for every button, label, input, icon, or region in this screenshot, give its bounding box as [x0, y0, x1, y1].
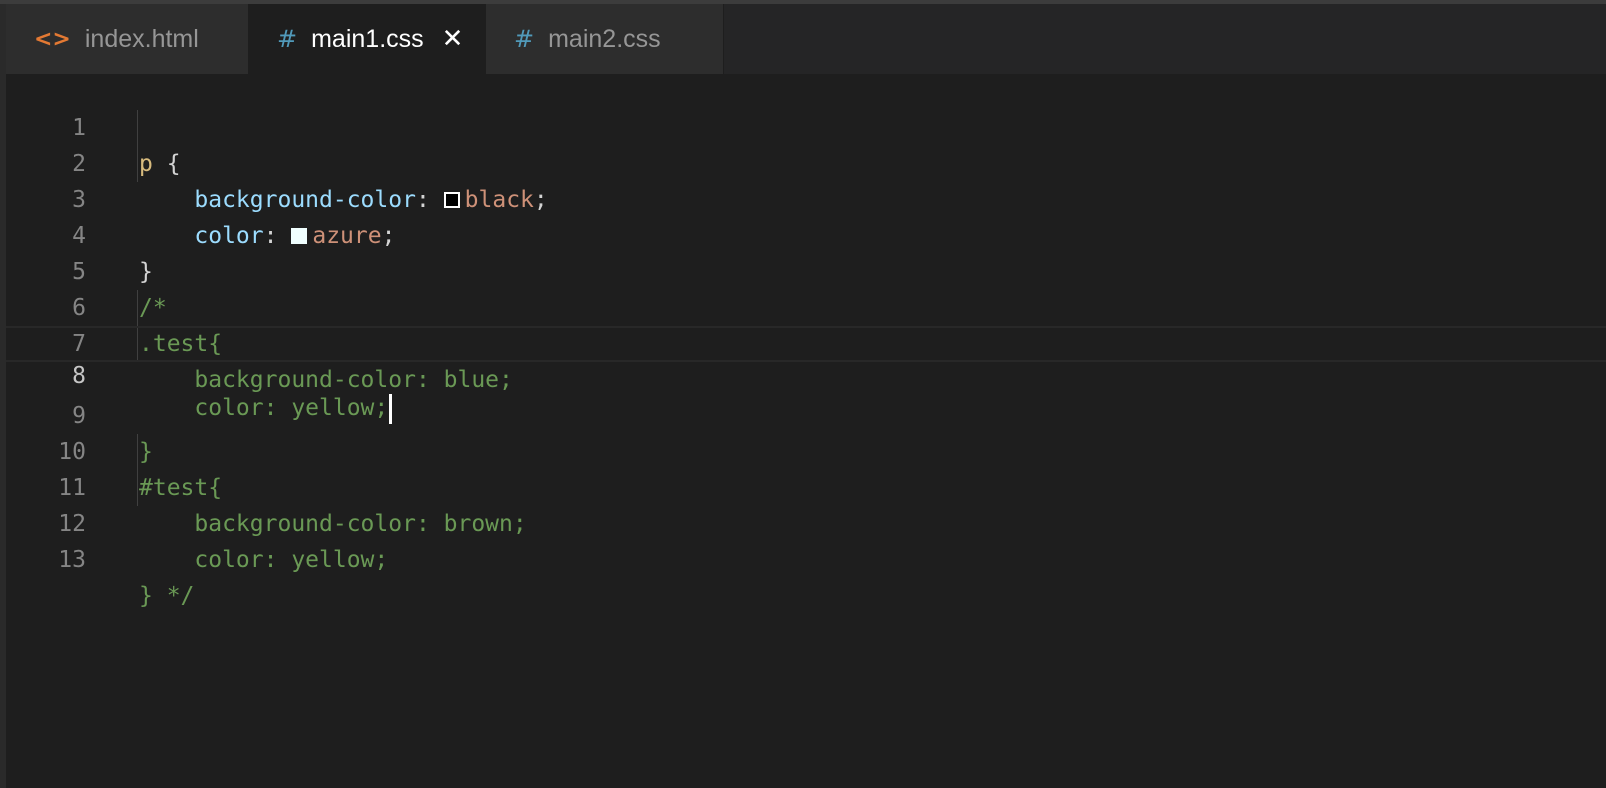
- code-line[interactable]: 13 } */: [6, 506, 1606, 609]
- code-line[interactable]: 7 background-color: blue;: [6, 290, 1606, 393]
- editor-tab-bar: <> index.html # main1.css ✕ # main2.css: [6, 4, 1606, 74]
- code-line[interactable]: 5 /*: [6, 218, 1606, 321]
- code-line[interactable]: 12 color: yellow;: [6, 470, 1606, 573]
- tab-label: index.html: [84, 24, 199, 53]
- line-number: 13: [58, 547, 86, 573]
- code-line[interactable]: 2 background-color: black;: [6, 110, 1606, 213]
- tab-index-html[interactable]: <> index.html: [6, 4, 249, 74]
- tab-label: main2.css: [548, 24, 661, 53]
- code-line-current[interactable]: 8 color: yellow;: [6, 326, 1606, 424]
- tab-main1-css[interactable]: # main1.css ✕: [249, 4, 486, 74]
- tab-main2-css[interactable]: # main2.css: [486, 4, 724, 74]
- comment-text: } */: [139, 583, 195, 609]
- code-line[interactable]: 11 background-color: brown;: [6, 434, 1606, 537]
- code-line[interactable]: 10 #test{: [6, 398, 1606, 501]
- code-line[interactable]: 4 }: [6, 182, 1606, 285]
- css-file-icon: #: [277, 25, 298, 53]
- close-icon[interactable]: ✕: [442, 24, 464, 54]
- css-file-icon: #: [514, 25, 535, 53]
- html-file-icon: <>: [34, 26, 71, 52]
- code-line[interactable]: 6 .test{: [6, 254, 1606, 357]
- code-line[interactable]: 3 color: azure;: [6, 146, 1606, 249]
- code-editor[interactable]: 1 p { 2 background-color: black; 3 color…: [6, 74, 1606, 788]
- comment-text: color: yellow;: [139, 547, 389, 573]
- tab-label: main1.css: [311, 24, 424, 53]
- code-line[interactable]: 1 p {: [6, 74, 1606, 177]
- code-line[interactable]: 9 }: [6, 362, 1606, 465]
